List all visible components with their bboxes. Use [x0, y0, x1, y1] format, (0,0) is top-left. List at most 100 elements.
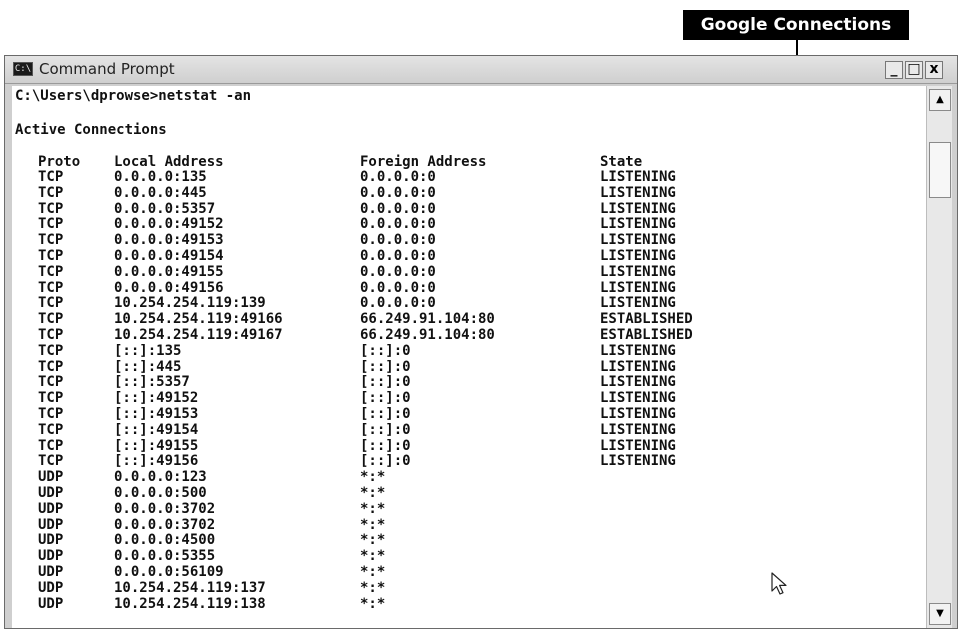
- row-proto: UDP: [38, 500, 64, 517]
- row-proto: UDP: [38, 469, 64, 486]
- row-foreign-address: 0.0.0.0:0: [360, 263, 436, 280]
- row-proto: UDP: [38, 579, 64, 596]
- row-foreign-address: *:*: [360, 532, 386, 549]
- row-local-address: 10.254.254.119:138: [114, 595, 266, 612]
- row-local-address: [::]:5357: [114, 374, 190, 391]
- row-local-address: [::]:49154: [114, 421, 199, 438]
- row-foreign-address: 0.0.0.0:0: [360, 295, 436, 312]
- row-proto: TCP: [38, 406, 64, 422]
- title-bar[interactable]: C:\ Command Prompt _ □ x: [5, 56, 957, 84]
- row-local-address: 0.0.0.0:49156: [114, 279, 224, 296]
- scroll-thumb[interactable]: [929, 142, 951, 198]
- row-proto: TCP: [38, 248, 64, 264]
- row-local-address: 0.0.0.0:5355: [114, 548, 216, 565]
- row-state: LISTENING: [600, 421, 676, 438]
- row-proto: UDP: [38, 564, 64, 580]
- row-foreign-address: 66.249.91.104:80: [360, 311, 495, 328]
- row-local-address: 0.0.0.0:4500: [114, 532, 216, 549]
- row-foreign-address: [::]:0: [360, 437, 411, 454]
- row-state: LISTENING: [600, 374, 676, 391]
- row-proto: TCP: [38, 263, 64, 280]
- row-proto: TCP: [38, 421, 64, 438]
- row-state: LISTENING: [600, 437, 676, 454]
- vertical-scrollbar[interactable]: ▲ ▼: [926, 86, 952, 628]
- row-local-address: 0.0.0.0:123: [114, 469, 207, 486]
- row-local-address: 0.0.0.0:49154: [114, 248, 224, 264]
- column-headers: Proto Local Address Foreign Address Stat…: [12, 155, 642, 169]
- row-proto: UDP: [38, 595, 64, 612]
- window-title: Command Prompt: [39, 60, 175, 78]
- row-foreign-address: 0.0.0.0:0: [360, 200, 436, 217]
- row-state: LISTENING: [600, 406, 676, 422]
- row-local-address: 0.0.0.0:5357: [114, 200, 216, 217]
- row-proto: TCP: [38, 216, 64, 233]
- row-local-address: 0.0.0.0:49153: [114, 232, 224, 249]
- row-state: LISTENING: [600, 453, 676, 470]
- maximize-button[interactable]: □: [905, 61, 923, 79]
- row-foreign-address: 0.0.0.0:0: [360, 279, 436, 296]
- row-foreign-address: 0.0.0.0:0: [360, 216, 436, 233]
- row-foreign-address: [::]:0: [360, 453, 411, 470]
- row-proto: TCP: [38, 200, 64, 217]
- row-proto: TCP: [38, 453, 64, 470]
- row-state: LISTENING: [600, 248, 676, 264]
- row-local-address: 0.0.0.0:445: [114, 184, 207, 201]
- minimize-button[interactable]: _: [885, 61, 903, 79]
- row-proto: UDP: [38, 485, 64, 501]
- row-foreign-address: [::]:0: [360, 374, 411, 391]
- row-foreign-address: *:*: [360, 500, 386, 517]
- row-state: LISTENING: [600, 169, 676, 185]
- row-foreign-address: *:*: [360, 516, 386, 533]
- row-proto: TCP: [38, 437, 64, 454]
- row-state: LISTENING: [600, 390, 676, 407]
- row-foreign-address: 0.0.0.0:0: [360, 184, 436, 201]
- command-line: C:\Users\dprowse>netstat -an: [15, 88, 252, 104]
- row-local-address: 0.0.0.0:500: [114, 485, 207, 501]
- row-local-address: 0.0.0.0:3702: [114, 500, 216, 517]
- row-local-address: 0.0.0.0:135: [114, 169, 207, 185]
- google-connections-callout: Google Connections: [683, 10, 909, 40]
- row-proto: TCP: [38, 232, 64, 249]
- triangle-up-icon: ▲: [936, 94, 944, 105]
- row-state: LISTENING: [600, 200, 676, 217]
- row-state: ESTABLISHED: [600, 327, 693, 343]
- row-foreign-address: *:*: [360, 469, 386, 486]
- row-foreign-address: [::]:0: [360, 390, 411, 407]
- row-foreign-address: *:*: [360, 595, 386, 612]
- row-state: LISTENING: [600, 358, 676, 375]
- row-state: LISTENING: [600, 279, 676, 296]
- row-proto: UDP: [38, 548, 64, 565]
- row-proto: TCP: [38, 358, 64, 375]
- row-local-address: [::]:49155: [114, 437, 199, 454]
- triangle-down-icon: ▼: [936, 608, 944, 619]
- scroll-down-button[interactable]: ▼: [929, 603, 951, 625]
- row-local-address: [::]:445: [114, 358, 182, 375]
- row-proto: TCP: [38, 327, 64, 343]
- row-foreign-address: 0.0.0.0:0: [360, 248, 436, 264]
- row-local-address: [::]:49153: [114, 406, 199, 422]
- row-foreign-address: *:*: [360, 579, 386, 596]
- scroll-up-button[interactable]: ▲: [929, 89, 951, 111]
- row-foreign-address: 66.249.91.104:80: [360, 327, 495, 343]
- row-state: LISTENING: [600, 184, 676, 201]
- column-header-foreign-address: Foreign Address: [360, 154, 487, 170]
- output-heading: Active Connections: [15, 122, 167, 138]
- row-foreign-address: [::]:0: [360, 342, 411, 359]
- row-local-address: 10.254.254.119:137: [114, 579, 266, 596]
- close-button[interactable]: x: [925, 61, 943, 79]
- row-foreign-address: 0.0.0.0:0: [360, 169, 436, 185]
- row-local-address: 10.254.254.119:49166: [114, 311, 283, 328]
- row-local-address: 0.0.0.0:49155: [114, 263, 224, 280]
- row-local-address: [::]:135: [114, 342, 182, 359]
- column-header-state: State: [600, 154, 643, 170]
- console-output[interactable]: C:\Users\dprowse>netstat -an Active Conn…: [12, 86, 926, 628]
- row-local-address: 0.0.0.0:56109: [114, 564, 224, 580]
- row-proto: UDP: [38, 516, 64, 533]
- row-proto: TCP: [38, 311, 64, 328]
- console-app-icon[interactable]: C:\: [13, 62, 33, 76]
- row-state: ESTABLISHED: [600, 311, 693, 328]
- row-proto: UDP: [38, 532, 64, 549]
- row-foreign-address: [::]:0: [360, 421, 411, 438]
- row-foreign-address: [::]:0: [360, 406, 411, 422]
- row-proto: TCP: [38, 374, 64, 391]
